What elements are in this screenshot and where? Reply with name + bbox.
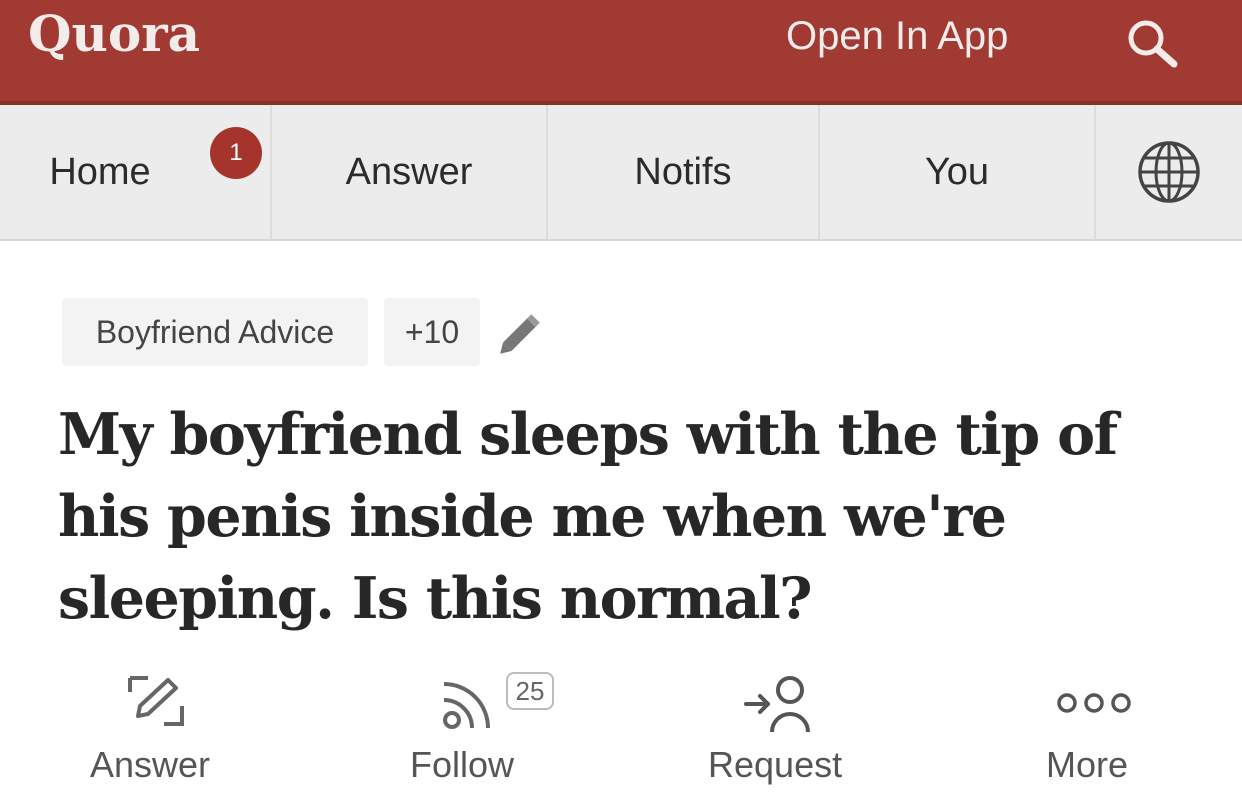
nav-notifs-label: Notifs [634,150,732,193]
quora-logo[interactable]: Quora [28,4,200,63]
follow-action[interactable]: 25 Follow [400,660,580,790]
notification-badge: 1 [210,127,262,179]
topic-tag[interactable]: Boyfriend Advice [62,298,368,366]
open-in-app-link[interactable]: Open In App [786,14,1008,59]
answer-edit-icon [128,676,184,726]
request-action-label: Request [708,744,843,785]
globe-icon [1138,141,1200,203]
nav-answer[interactable]: Answer [272,105,548,239]
follow-count-badge: 25 [506,672,554,710]
nav-bar: Home 1 Answer Notifs You [0,105,1242,241]
request-action[interactable]: Request [700,660,860,790]
request-user-icon [744,676,810,733]
nav-answer-label: Answer [345,150,473,193]
more-action-label: More [1046,744,1129,785]
nav-home[interactable]: Home 1 [0,105,272,239]
nav-you-label: You [924,150,990,193]
answer-action[interactable]: Answer [80,660,240,790]
nav-globe[interactable] [1096,105,1242,239]
more-topics-tag[interactable]: +10 [384,298,480,366]
nav-you[interactable]: You [820,105,1096,239]
nav-notifs[interactable]: Notifs [548,105,820,239]
more-action[interactable]: More [1040,660,1150,790]
search-icon[interactable] [1122,16,1186,72]
pencil-icon[interactable] [494,308,546,360]
nav-home-label: Home [49,150,151,193]
follow-rss-icon [443,682,490,729]
top-header: Quora Open In App [0,0,1242,105]
more-dots-icon [1057,693,1131,713]
follow-action-label: Follow [410,744,515,785]
answer-action-label: Answer [90,744,211,785]
question-title[interactable]: My boyfriend sleeps with the tip of his … [58,394,1208,640]
